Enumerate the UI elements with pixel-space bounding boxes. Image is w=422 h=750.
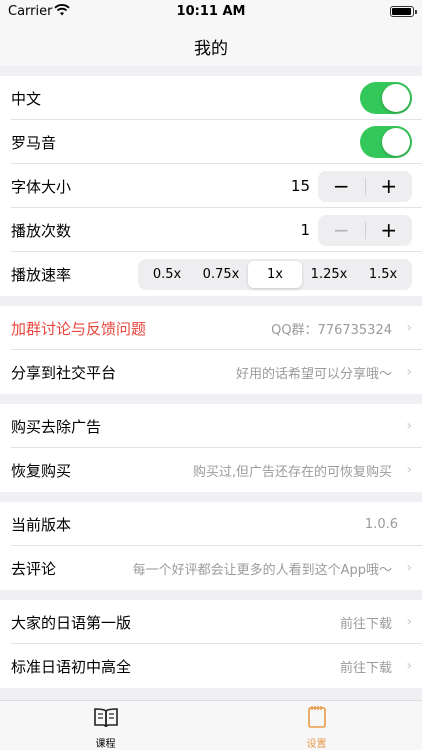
row-chinese-label: 中文 [11, 89, 42, 108]
settings-group-apps: 大家的日语第一版 前往下载 › 标准日语初中高全 前往下载 › [0, 600, 422, 688]
row-join-group-label: 加群讨论与反馈问题 [11, 319, 147, 338]
play-count-decrement-button[interactable]: − [318, 215, 365, 246]
row-play-count-label: 播放次数 [11, 221, 72, 240]
chevron-right-icon: › [406, 364, 412, 380]
version-value: 1.0.6 [364, 516, 398, 532]
font-size-increment-button[interactable]: + [366, 171, 413, 202]
nav-bar: 我的 [0, 24, 422, 66]
romaji-toggle[interactable] [360, 126, 412, 158]
row-share-detail: 好用的话希望可以分享哦～ [235, 366, 392, 382]
chevron-right-icon: › [406, 560, 412, 576]
play-count-value: 1 [300, 221, 310, 239]
row-app1-label: 大家的日语第一版 [11, 613, 132, 632]
row-romaji: 罗马音 [0, 120, 422, 164]
chevron-right-icon: › [406, 320, 412, 336]
play-count-increment-button[interactable]: + [366, 215, 413, 246]
page-title: 我的 [194, 39, 228, 59]
row-font-size: 字体大小 15 − + [0, 164, 422, 208]
row-review[interactable]: 去评论 每一个好评都会让更多的人看到这个App哦～ › [0, 546, 422, 590]
row-remove-ads-label: 购买去除广告 [11, 417, 102, 436]
row-join-group[interactable]: 加群讨论与反馈问题 QQ群：776735324 › [0, 306, 422, 350]
speed-option-1x[interactable]: 1x [248, 260, 302, 288]
row-play-speed-label: 播放速率 [11, 265, 72, 284]
row-play-speed: 播放速率 0.5x 0.75x 1x 1.25x 1.5x [0, 252, 422, 296]
row-chinese: 中文 [0, 76, 422, 120]
settings-list: 中文 罗马音 字体大小 15 − + 播放次数 1 − + 播放速率 0.5x … [0, 66, 422, 688]
clock-label: 10:11 AM [176, 4, 246, 19]
font-size-value: 15 [290, 177, 310, 195]
tab-courses[interactable]: 课程 [0, 701, 211, 750]
row-play-count: 播放次数 1 − + [0, 208, 422, 252]
row-review-label: 去评论 [11, 559, 57, 578]
chevron-right-icon: › [406, 614, 412, 630]
play-speed-segmented-control: 0.5x 0.75x 1x 1.25x 1.5x [138, 258, 412, 290]
row-restore-detail: 购买过,但广告还存在的可恢复购买 [192, 464, 392, 480]
speed-option-1-5x[interactable]: 1.5x [356, 261, 410, 288]
row-share[interactable]: 分享到社交平台 好用的话希望可以分享哦～ › [0, 350, 422, 394]
settings-group-feedback: 加群讨论与反馈问题 QQ群：776735324 › 分享到社交平台 好用的话希望… [0, 306, 422, 394]
row-app1[interactable]: 大家的日语第一版 前往下载 › [0, 600, 422, 644]
status-bar: Carrier 10:11 AM [0, 0, 422, 24]
row-share-label: 分享到社交平台 [11, 363, 117, 382]
speed-option-0-75x[interactable]: 0.75x [194, 261, 248, 288]
chevron-right-icon: › [406, 418, 412, 434]
row-app2[interactable]: 标准日语初中高全 前往下载 › [0, 644, 422, 688]
battery-icon [390, 6, 417, 17]
row-join-group-detail: QQ群：776735324 [271, 322, 392, 338]
row-romaji-label: 罗马音 [11, 133, 57, 152]
row-app1-detail: 前往下载 [339, 616, 392, 632]
row-restore-label: 恢复购买 [11, 461, 72, 480]
notebook-icon [305, 705, 329, 733]
row-restore[interactable]: 恢复购买 购买过,但广告还存在的可恢复购买 › [0, 448, 422, 492]
settings-group-purchase: 购买去除广告 › 恢复购买 购买过,但广告还存在的可恢复购买 › [0, 404, 422, 492]
tab-settings-label: 设置 [306, 739, 327, 750]
tab-settings[interactable]: 设置 [211, 701, 422, 750]
speed-option-0-5x[interactable]: 0.5x [140, 261, 194, 288]
book-icon [93, 705, 119, 733]
row-app2-detail: 前往下载 [339, 660, 392, 676]
play-count-stepper: − + [318, 214, 413, 246]
row-remove-ads[interactable]: 购买去除广告 › [0, 404, 422, 448]
font-size-decrement-button[interactable]: − [318, 171, 365, 202]
speed-option-1-25x[interactable]: 1.25x [302, 261, 356, 288]
row-app2-label: 标准日语初中高全 [11, 657, 132, 676]
row-version: 当前版本 1.0.6 [0, 502, 422, 546]
chevron-right-icon: › [406, 462, 412, 478]
chevron-right-icon: › [406, 658, 412, 674]
row-version-label: 当前版本 [11, 515, 72, 534]
settings-group-about: 当前版本 1.0.6 去评论 每一个好评都会让更多的人看到这个App哦～ › [0, 502, 422, 590]
settings-group-display: 中文 罗马音 字体大小 15 − + 播放次数 1 − + 播放速率 0.5x … [0, 76, 422, 296]
row-font-size-label: 字体大小 [11, 177, 72, 196]
tab-bar: 课程 设置 [0, 700, 422, 750]
font-size-stepper: − + [318, 170, 413, 202]
tab-courses-label: 课程 [95, 739, 116, 750]
chinese-toggle[interactable] [360, 82, 412, 114]
row-review-detail: 每一个好评都会让更多的人看到这个App哦～ [132, 562, 392, 578]
